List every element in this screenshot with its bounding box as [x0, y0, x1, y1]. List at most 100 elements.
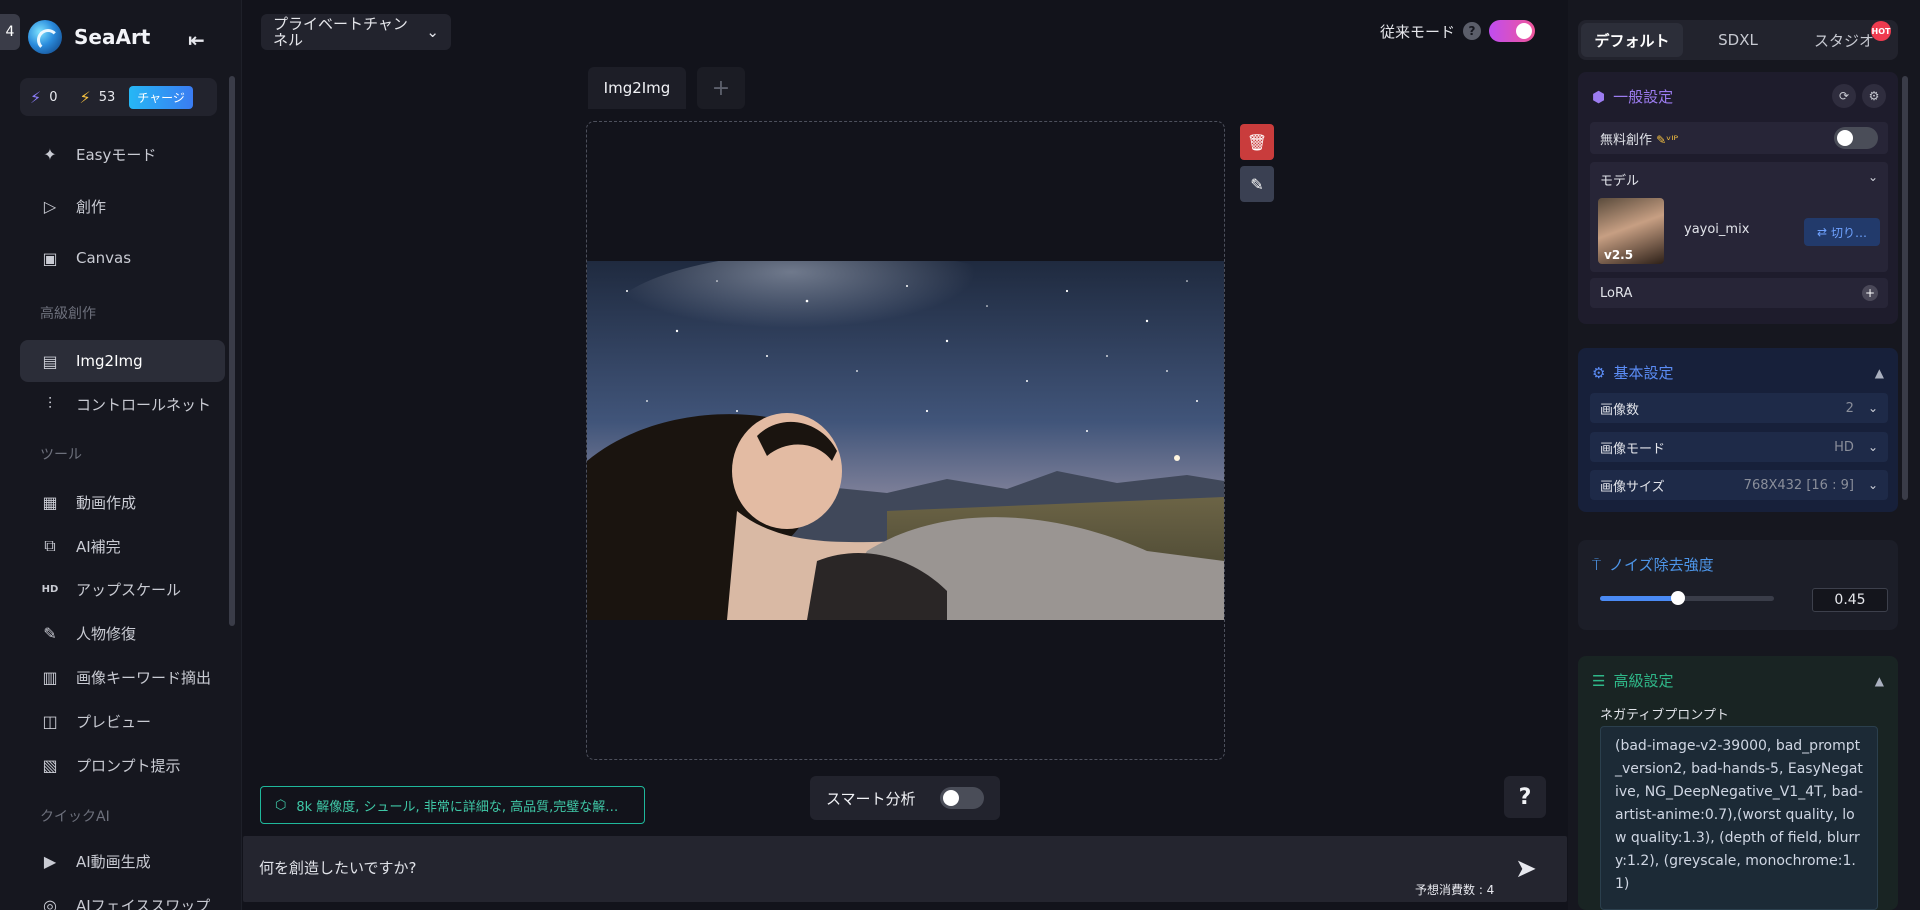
free-create-row: 無料創作 ✎ᵛᴵᴾ [1590, 122, 1888, 154]
book-icon: ▥ [42, 667, 58, 687]
image-icon: ▤ [42, 351, 58, 371]
face-icon: ◎ [43, 895, 57, 910]
prompt-suggestion-text: 8k 解像度, シュール, 非常に詳細な, 高品質,完璧な解… [296, 799, 619, 815]
sidebar-item-label: 動画作成 [76, 493, 137, 512]
denoise-strength-header: ⍑ ノイズ除去強度 [1592, 554, 1714, 575]
image-canvas[interactable] [586, 121, 1225, 760]
smart-analysis-control: スマート分析 [810, 776, 1000, 820]
refresh-icon[interactable]: ⟳ [1832, 84, 1856, 108]
help-circle-icon[interactable]: ? [1463, 22, 1482, 40]
denoise-slider-fill [1600, 596, 1679, 601]
sidebar-item-ai-outpaint[interactable]: ⧉ AI補完 [20, 525, 225, 567]
gear-icon[interactable]: ⚙ [1862, 84, 1886, 108]
cube-icon: ⬢ [1592, 87, 1606, 106]
smart-analysis-label: スマート分析 [826, 789, 916, 808]
credits-bar: ⚡ 0 ⚡ 53 チャージ [20, 78, 217, 116]
prompt-input[interactable] [259, 856, 1359, 880]
collapse-sidebar-icon[interactable]: ⇤ [188, 28, 205, 52]
collapse-up-icon[interactable]: ▲ [1875, 674, 1884, 688]
brush-icon: ✎ [1250, 174, 1264, 194]
model-thumbnail[interactable]: v2.5 [1598, 198, 1664, 264]
chevron-down-icon: ⌄ [1867, 478, 1878, 492]
play-icon: ▷ [43, 196, 57, 216]
video-icon: ▶ [43, 851, 57, 871]
sidebar-item-controlnet[interactable]: ⫶ コントロールネット [20, 383, 225, 425]
prompt-input-bar: 予想消費数 : 4 ➤ [243, 836, 1567, 902]
repair-icon: ✎ [43, 623, 57, 643]
sidebar-item-label: AI補完 [76, 537, 121, 556]
sidebar-item-label: プロンプト提示 [76, 756, 181, 775]
tab-label: SDXL [1718, 31, 1758, 49]
denoise-slider[interactable] [1600, 591, 1774, 605]
tab-sdxl[interactable]: SDXL [1687, 23, 1789, 57]
send-icon[interactable]: ➤ [1515, 854, 1537, 884]
legacy-mode-label: 従来モード [1380, 22, 1456, 41]
tab-default[interactable]: デフォルト [1581, 23, 1683, 57]
denoise-value-input[interactable]: 0.45 [1812, 588, 1888, 612]
collapse-up-icon[interactable]: ▲ [1875, 366, 1884, 380]
sidebar-item-label: アップスケール [76, 580, 182, 599]
chevron-down-icon: ⌄ [1867, 440, 1878, 454]
image-size-select[interactable]: 画像サイズ 768X432 [16 : 9] ⌄ [1590, 470, 1888, 500]
channel-select[interactable]: プライベートチャンネル ⌄ [261, 14, 451, 50]
switch-model-button[interactable]: ⇄ 切り… [1804, 218, 1880, 246]
brush-button[interactable]: ✎ [1240, 166, 1274, 202]
section-tools: ツール [40, 447, 82, 463]
image-mode-select[interactable]: 画像モード HD ⌄ [1590, 432, 1888, 462]
chevron-down-icon: ⌄ [1867, 401, 1878, 415]
smart-analysis-toggle[interactable] [939, 787, 984, 809]
sidebar-item-upscale[interactable]: HD アップスケール [20, 568, 225, 610]
lora-row[interactable]: LoRA + [1590, 278, 1888, 308]
sidebar-item-prompt-hint[interactable]: ▧ プロンプト提示 [20, 744, 225, 786]
legacy-mode-control: 従来モード ? [1380, 20, 1536, 42]
sidebar-item-label: プレビュー [76, 712, 152, 731]
power-icon: ⚡ [79, 87, 91, 107]
estimated-cost: 予想消費数 : 4 [1415, 883, 1495, 897]
free-create-toggle[interactable] [1834, 127, 1878, 149]
help-button[interactable]: ? [1504, 776, 1546, 818]
sidebar-item-canvas[interactable]: ▣ Canvas [20, 237, 225, 279]
chevron-down-icon[interactable]: ⌄ [1868, 170, 1878, 184]
sidebar-item-label: 画像キーワード摘出 [76, 668, 212, 687]
negative-prompt-textarea[interactable]: (bad-image-v2-39000, bad_prompt_version2… [1600, 726, 1878, 910]
sidebar-item-easy-mode[interactable]: ✦ Easyモード [20, 133, 225, 175]
sidebar-item-face-repair[interactable]: ✎ 人物修復 [20, 612, 225, 654]
image-size-label: 画像サイズ [1600, 479, 1665, 495]
image-count-select[interactable]: 画像数 2 ⌄ [1590, 393, 1888, 423]
sidebar-item-create[interactable]: ▷ 創作 [20, 185, 225, 227]
sidebar-item-ai-video[interactable]: ▶ AI動画生成 [20, 840, 225, 882]
settings-gear-icon: ⚙ [1592, 363, 1606, 382]
tab-studio[interactable]: スタジオ HOT [1793, 21, 1895, 57]
channel-label: プライベートチャンネル [273, 15, 408, 49]
lora-label: LoRA [1600, 285, 1633, 301]
sidebar-item-keyword-extract[interactable]: ▥ 画像キーワード摘出 [20, 656, 225, 698]
basic-settings-header[interactable]: ⚙ 基本設定 [1592, 362, 1673, 383]
right-panel-scrollbar[interactable] [1902, 76, 1908, 500]
app-logo[interactable]: SeaArt [28, 20, 150, 54]
sidebar-item-face-swap[interactable]: ◎ AIフェイススワップ [20, 884, 225, 910]
delete-image-button[interactable]: 🗑 [1240, 124, 1274, 160]
sidebar-item-preview[interactable]: ◫ プレビュー [20, 700, 225, 742]
seaart-logo-icon [28, 20, 62, 54]
sidebar-item-label: コントロールネット [76, 395, 212, 414]
sidebar-item-img2img[interactable]: ▤ Img2Img [20, 340, 225, 382]
plus-icon: + [711, 75, 731, 101]
list-icon: ☰ [1592, 671, 1606, 690]
model-selector: モデル ⌄ v2.5 yayoi_mix ⇄ 切り… [1590, 162, 1888, 272]
sidebar-item-label: 人物修復 [76, 624, 137, 643]
legacy-mode-toggle[interactable] [1489, 20, 1536, 42]
sidebar-item-label: Img2Img [76, 352, 143, 370]
sidebar: SeaArt ⇤ ⚡ 0 ⚡ 53 チャージ ✦ Easyモード ▷ 創作 ▣ … [0, 0, 242, 910]
tab-img2img[interactable]: Img2Img [588, 67, 686, 109]
charge-button[interactable]: チャージ [129, 85, 193, 109]
prompt-suggestion-chip[interactable]: ⬡ 8k 解像度, シュール, 非常に詳細な, 高品質,完璧な解… [260, 786, 645, 824]
tab-label: デフォルト [1594, 31, 1670, 50]
add-tab-button[interactable]: + [697, 67, 745, 109]
advanced-settings-header[interactable]: ☰ 高級設定 [1592, 670, 1673, 691]
stamina-count: 0 [49, 89, 58, 105]
sliders-icon: ⫶ [47, 394, 52, 413]
app-name: SeaArt [74, 25, 151, 49]
sidebar-scrollbar[interactable] [229, 76, 235, 626]
sidebar-item-video-create[interactable]: ▦ 動画作成 [20, 481, 225, 523]
plus-circle-icon[interactable]: + [1862, 285, 1878, 301]
